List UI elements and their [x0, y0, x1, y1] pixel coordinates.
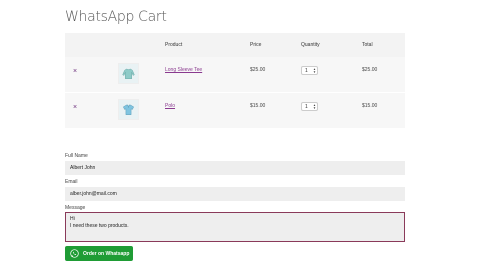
column-header-price: Price: [250, 42, 262, 48]
quantity-stepper[interactable]: 1 ▲ ▼: [301, 66, 318, 75]
polo-shirt-thumbnail-icon: [123, 104, 134, 115]
long-sleeve-tee-thumbnail-icon: [122, 68, 135, 79]
product-thumbnail[interactable]: [118, 99, 139, 120]
column-header-total: Total: [362, 42, 373, 48]
whatsapp-icon: [70, 249, 79, 258]
product-link[interactable]: Long Sleeve Tee: [165, 67, 202, 73]
remove-item-button[interactable]: ×: [73, 104, 77, 111]
remove-item-button[interactable]: ×: [73, 68, 77, 75]
quantity-value: 1: [305, 68, 308, 74]
quantity-stepper[interactable]: 1 ▲ ▼: [301, 102, 318, 111]
cart-row: × Polo $15.00 1 ▲ ▼ $15.00: [65, 92, 405, 128]
column-header-quantity: Quantity: [301, 42, 320, 48]
product-price: $25.00: [250, 67, 266, 73]
message-textarea[interactable]: Hi I need these two products.: [65, 212, 405, 242]
page-title: WhatsApp Cart: [65, 9, 167, 25]
product-total: $15.00: [362, 103, 378, 109]
column-header-product: Product: [165, 42, 183, 48]
order-on-whatsapp-button[interactable]: Order on Whatsapp: [65, 246, 133, 261]
order-on-whatsapp-label: Order on Whatsapp: [83, 250, 130, 257]
spinner-arrows-icon[interactable]: ▲ ▼: [313, 68, 316, 74]
email-label: Email: [65, 179, 78, 185]
message-label: Message: [65, 205, 86, 211]
product-thumbnail[interactable]: [118, 63, 139, 84]
full-name-field[interactable]: [65, 161, 405, 175]
cart-table: Product Price Quantity Total × Long Slee…: [65, 33, 405, 128]
product-link[interactable]: Polo: [165, 103, 175, 109]
email-field[interactable]: [65, 187, 405, 201]
spinner-arrows-icon[interactable]: ▲ ▼: [313, 104, 316, 110]
quantity-value: 1: [305, 104, 308, 110]
product-price: $15.00: [250, 103, 266, 109]
cart-table-header: Product Price Quantity Total: [65, 33, 405, 57]
cart-row: × Long Sleeve Tee $25.00 1 ▲ ▼ $25.00: [65, 57, 405, 92]
full-name-label: Full Name: [65, 153, 88, 159]
product-total: $25.00: [362, 67, 378, 73]
